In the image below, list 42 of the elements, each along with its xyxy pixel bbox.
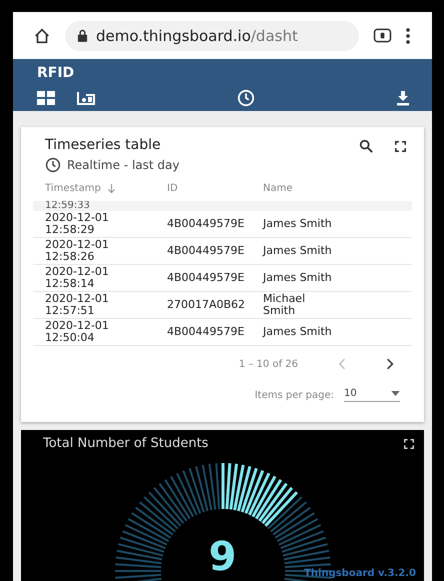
next-page-icon[interactable]: [386, 358, 394, 370]
fullscreen-icon[interactable]: [395, 140, 406, 152]
search-icon[interactable]: [359, 139, 373, 153]
table-cell-text: 4B00449579E: [167, 272, 246, 284]
dropdown-icon: [391, 391, 400, 396]
tabs-icon[interactable]: [373, 28, 392, 44]
column-header[interactable]: ID: [167, 182, 263, 194]
table-cell-text: 2020-12-01 12:57:51: [45, 293, 110, 317]
page-range: 1 – 10 of 26: [238, 358, 298, 370]
column-header[interactable]: Timestamp: [45, 182, 101, 194]
dashboard-icon[interactable]: [37, 91, 55, 106]
devices-icon[interactable]: [76, 91, 96, 106]
column-header[interactable]: Name: [263, 182, 412, 194]
table-cell-text: 4B00449579E: [167, 245, 246, 257]
clock-icon[interactable]: [45, 157, 61, 173]
widget-title: Timeseries table: [45, 137, 162, 153]
table-cell-text: James Smith: [263, 218, 333, 230]
items-per-page-label: Items per page:: [254, 390, 334, 400]
download-icon[interactable]: [396, 90, 410, 106]
page-size-select[interactable]: 10: [344, 388, 400, 402]
table-cell-text: 270017A0B62: [167, 299, 246, 311]
table-cell-text: 4B00449579E: [167, 218, 246, 230]
url-text: demo.thingsboard.io/dasht: [96, 26, 298, 45]
table-cell-text: James Smith: [263, 245, 333, 257]
timewindow-label[interactable]: Realtime - last day: [67, 158, 180, 172]
gauge-value: 9: [208, 537, 236, 577]
dashboard-title: RFID: [37, 65, 76, 82]
table-cell-text: James Smith: [263, 272, 333, 284]
address-bar[interactable]: demo.thingsboard.io/dasht: [65, 20, 359, 51]
table-cell-text: James Smith: [263, 326, 333, 338]
table-cell-text: 2020-12-01 12:58:26: [45, 239, 110, 263]
sort-arrow-icon[interactable]: [106, 182, 116, 194]
table-cell-text: 2020-12-01 12:50:04: [45, 320, 110, 344]
table-cell-text: 2020-12-01 12:58:14: [45, 266, 110, 290]
lock-icon: [77, 29, 88, 42]
widget-title: Total Number of Students: [43, 436, 208, 451]
home-icon[interactable]: [33, 26, 51, 45]
more-icon[interactable]: [406, 28, 410, 44]
table-cell-text: Michael Smith: [263, 293, 306, 317]
version-label: Thingsboard v.3.2.0: [304, 568, 416, 579]
table-cell-text: 4B00449579E: [167, 326, 246, 338]
table-cell-text: 2020-12-01 12:58:29: [45, 212, 110, 236]
